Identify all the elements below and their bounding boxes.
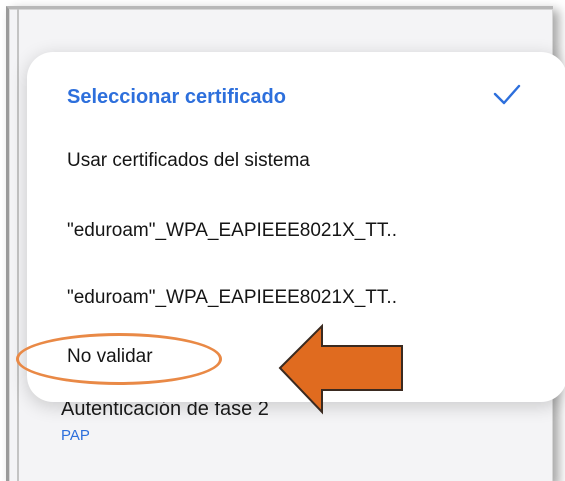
option-eduroam-certificate-1[interactable]: "eduroam"_WPA_EAPIEEE8021X_TT.. <box>67 220 397 242</box>
frame-edge-line <box>17 9 19 481</box>
popup-header[interactable]: Seleccionar certificado <box>67 84 527 116</box>
phase2-auth-setting[interactable]: Autenticación de fase 2 PAP <box>61 397 269 444</box>
option-do-not-validate[interactable]: No validar <box>67 346 153 368</box>
option-eduroam-certificate-2[interactable]: "eduroam"_WPA_EAPIEEE8021X_TT.. <box>67 287 397 309</box>
certificate-dropdown-popup: Seleccionar certificado Usar certificado… <box>27 52 565 402</box>
phase2-auth-value: PAP <box>61 427 90 444</box>
popup-title: Seleccionar certificado <box>67 86 286 108</box>
screenshot-stage: Autenticación de fase 2 PAP Seleccionar … <box>0 0 565 481</box>
check-icon <box>493 84 521 105</box>
option-system-certificates[interactable]: Usar certificados del sistema <box>67 150 310 172</box>
